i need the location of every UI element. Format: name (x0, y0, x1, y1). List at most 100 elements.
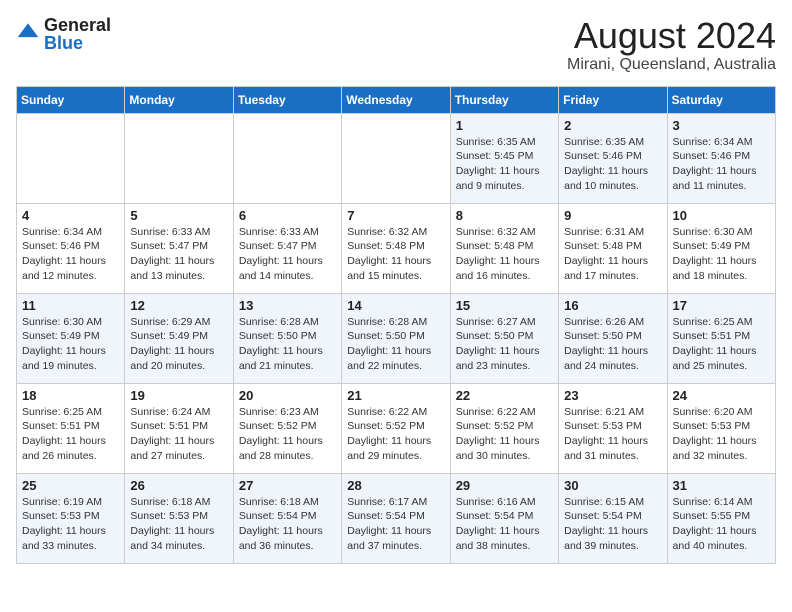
day-of-week-header: Wednesday (342, 86, 450, 113)
calendar-week-row: 1 Sunrise: 6:35 AM Sunset: 5:45 PM Daylig… (17, 113, 776, 203)
logo-blue-text: Blue (44, 34, 111, 52)
calendar-cell: 29 Sunrise: 6:16 AM Sunset: 5:54 PM Dayli… (450, 473, 558, 563)
calendar-cell: 26 Sunrise: 6:18 AM Sunset: 5:53 PM Dayli… (125, 473, 233, 563)
day-of-week-header: Monday (125, 86, 233, 113)
calendar-cell: 11 Sunrise: 6:30 AM Sunset: 5:49 PM Dayli… (17, 293, 125, 383)
calendar-week-row: 11 Sunrise: 6:30 AM Sunset: 5:49 PM Dayli… (17, 293, 776, 383)
day-info: Sunrise: 6:25 AM Sunset: 5:51 PM Dayligh… (673, 315, 770, 374)
calendar-cell (342, 113, 450, 203)
day-info: Sunrise: 6:28 AM Sunset: 5:50 PM Dayligh… (347, 315, 444, 374)
calendar-cell: 3 Sunrise: 6:34 AM Sunset: 5:46 PM Daylig… (667, 113, 775, 203)
day-info: Sunrise: 6:33 AM Sunset: 5:47 PM Dayligh… (239, 225, 336, 284)
calendar-cell: 23Sunrise: 6:21 AM Sunset: 5:53 PM Dayli… (559, 383, 667, 473)
day-number: 20 (239, 388, 336, 403)
day-number: 3 (673, 118, 770, 133)
day-number: 22 (456, 388, 553, 403)
day-number: 14 (347, 298, 444, 313)
calendar-cell: 7Sunrise: 6:32 AM Sunset: 5:48 PM Daylig… (342, 203, 450, 293)
calendar-cell: 9 Sunrise: 6:31 AM Sunset: 5:48 PM Daylig… (559, 203, 667, 293)
day-of-week-header: Thursday (450, 86, 558, 113)
day-number: 21 (347, 388, 444, 403)
day-number: 13 (239, 298, 336, 313)
calendar-cell: 24 Sunrise: 6:20 AM Sunset: 5:53 PM Dayli… (667, 383, 775, 473)
day-info: Sunrise: 6:24 AM Sunset: 5:51 PM Dayligh… (130, 405, 227, 464)
day-info: Sunrise: 6:15 AM Sunset: 5:54 PM Dayligh… (564, 495, 661, 554)
calendar-week-row: 25Sunrise: 6:19 AM Sunset: 5:53 PM Dayli… (17, 473, 776, 563)
day-info: Sunrise: 6:18 AM Sunset: 5:54 PM Dayligh… (239, 495, 336, 554)
day-number: 24 (673, 388, 770, 403)
day-number: 11 (22, 298, 119, 313)
calendar-table: SundayMondayTuesdayWednesdayThursdayFrid… (16, 86, 776, 564)
day-number: 23 (564, 388, 661, 403)
day-number: 18 (22, 388, 119, 403)
day-info: Sunrise: 6:20 AM Sunset: 5:53 PM Dayligh… (673, 405, 770, 464)
day-info: Sunrise: 6:26 AM Sunset: 5:50 PM Dayligh… (564, 315, 661, 374)
day-number: 27 (239, 478, 336, 493)
day-info: Sunrise: 6:16 AM Sunset: 5:54 PM Dayligh… (456, 495, 553, 554)
day-number: 30 (564, 478, 661, 493)
calendar-cell: 21 Sunrise: 6:22 AM Sunset: 5:52 PM Dayli… (342, 383, 450, 473)
day-info: Sunrise: 6:34 AM Sunset: 5:46 PM Dayligh… (673, 135, 770, 194)
calendar-cell: 28Sunrise: 6:17 AM Sunset: 5:54 PM Dayli… (342, 473, 450, 563)
day-number: 7 (347, 208, 444, 223)
calendar-cell (17, 113, 125, 203)
calendar-cell: 12 Sunrise: 6:29 AM Sunset: 5:49 PM Dayli… (125, 293, 233, 383)
logo-general-text: General (44, 16, 111, 34)
day-info: Sunrise: 6:33 AM Sunset: 5:47 PM Dayligh… (130, 225, 227, 284)
calendar-cell: 18Sunrise: 6:25 AM Sunset: 5:51 PM Dayli… (17, 383, 125, 473)
day-info: Sunrise: 6:22 AM Sunset: 5:52 PM Dayligh… (347, 405, 444, 464)
day-number: 12 (130, 298, 227, 313)
day-info: Sunrise: 6:31 AM Sunset: 5:48 PM Dayligh… (564, 225, 661, 284)
day-number: 29 (456, 478, 553, 493)
calendar-week-row: 18Sunrise: 6:25 AM Sunset: 5:51 PM Dayli… (17, 383, 776, 473)
day-info: Sunrise: 6:18 AM Sunset: 5:53 PM Dayligh… (130, 495, 227, 554)
day-number: 17 (673, 298, 770, 313)
day-info: Sunrise: 6:22 AM Sunset: 5:52 PM Dayligh… (456, 405, 553, 464)
day-of-week-header: Friday (559, 86, 667, 113)
calendar-cell: 5 Sunrise: 6:33 AM Sunset: 5:47 PM Daylig… (125, 203, 233, 293)
day-number: 19 (130, 388, 227, 403)
day-number: 16 (564, 298, 661, 313)
calendar-cell: 4 Sunrise: 6:34 AM Sunset: 5:46 PM Daylig… (17, 203, 125, 293)
calendar-cell: 27 Sunrise: 6:18 AM Sunset: 5:54 PM Dayli… (233, 473, 341, 563)
logo: General Blue (16, 16, 111, 52)
calendar-cell: 17 Sunrise: 6:25 AM Sunset: 5:51 PM Dayli… (667, 293, 775, 383)
day-of-week-header: Sunday (17, 86, 125, 113)
calendar-cell: 25Sunrise: 6:19 AM Sunset: 5:53 PM Dayli… (17, 473, 125, 563)
month-title: August 2024 (567, 16, 776, 56)
calendar-cell: 1 Sunrise: 6:35 AM Sunset: 5:45 PM Daylig… (450, 113, 558, 203)
calendar-week-row: 4 Sunrise: 6:34 AM Sunset: 5:46 PM Daylig… (17, 203, 776, 293)
day-number: 1 (456, 118, 553, 133)
day-number: 26 (130, 478, 227, 493)
calendar-header-row: SundayMondayTuesdayWednesdayThursdayFrid… (17, 86, 776, 113)
day-number: 9 (564, 208, 661, 223)
title-section: August 2024 Mirani, Queensland, Australi… (567, 16, 776, 74)
day-info: Sunrise: 6:30 AM Sunset: 5:49 PM Dayligh… (22, 315, 119, 374)
location-title: Mirani, Queensland, Australia (567, 56, 776, 74)
day-info: Sunrise: 6:32 AM Sunset: 5:48 PM Dayligh… (456, 225, 553, 284)
calendar-cell: 31Sunrise: 6:14 AM Sunset: 5:55 PM Dayli… (667, 473, 775, 563)
day-info: Sunrise: 6:34 AM Sunset: 5:46 PM Dayligh… (22, 225, 119, 284)
day-of-week-header: Tuesday (233, 86, 341, 113)
day-number: 4 (22, 208, 119, 223)
day-info: Sunrise: 6:19 AM Sunset: 5:53 PM Dayligh… (22, 495, 119, 554)
day-number: 15 (456, 298, 553, 313)
day-of-week-header: Saturday (667, 86, 775, 113)
day-info: Sunrise: 6:23 AM Sunset: 5:52 PM Dayligh… (239, 405, 336, 464)
day-info: Sunrise: 6:28 AM Sunset: 5:50 PM Dayligh… (239, 315, 336, 374)
calendar-cell: 10Sunrise: 6:30 AM Sunset: 5:49 PM Dayli… (667, 203, 775, 293)
calendar-cell: 14 Sunrise: 6:28 AM Sunset: 5:50 PM Dayli… (342, 293, 450, 383)
day-info: Sunrise: 6:29 AM Sunset: 5:49 PM Dayligh… (130, 315, 227, 374)
calendar-cell: 13 Sunrise: 6:28 AM Sunset: 5:50 PM Dayli… (233, 293, 341, 383)
calendar-cell: 30 Sunrise: 6:15 AM Sunset: 5:54 PM Dayli… (559, 473, 667, 563)
calendar-cell: 6Sunrise: 6:33 AM Sunset: 5:47 PM Daylig… (233, 203, 341, 293)
day-info: Sunrise: 6:35 AM Sunset: 5:46 PM Dayligh… (564, 135, 661, 194)
day-info: Sunrise: 6:35 AM Sunset: 5:45 PM Dayligh… (456, 135, 553, 194)
day-info: Sunrise: 6:17 AM Sunset: 5:54 PM Dayligh… (347, 495, 444, 554)
day-number: 8 (456, 208, 553, 223)
calendar-cell: 20 Sunrise: 6:23 AM Sunset: 5:52 PM Dayli… (233, 383, 341, 473)
day-number: 5 (130, 208, 227, 223)
calendar-cell: 2Sunrise: 6:35 AM Sunset: 5:46 PM Daylig… (559, 113, 667, 203)
calendar-cell: 16 Sunrise: 6:26 AM Sunset: 5:50 PM Dayli… (559, 293, 667, 383)
page-header: General Blue August 2024 Mirani, Queensl… (16, 16, 776, 74)
